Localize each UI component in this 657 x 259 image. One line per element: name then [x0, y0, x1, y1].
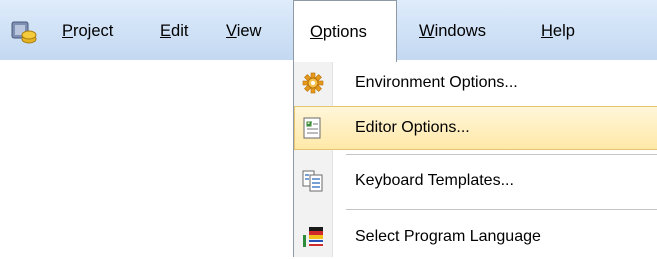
menu-separator: [346, 209, 657, 210]
application-icon[interactable]: [10, 19, 38, 45]
menu-item-environment-options[interactable]: Environment Options...: [294, 61, 657, 105]
menu-item-label: Environment Options...: [355, 74, 518, 91]
menu-windows[interactable]: Windows: [419, 0, 486, 60]
editor-options-icon: [300, 116, 326, 140]
menu-item-label: Select Program Language: [355, 228, 541, 245]
menu-item-editor-options[interactable]: Editor Options...: [294, 106, 657, 150]
menu-view[interactable]: View: [226, 0, 261, 60]
menu-item-label: Keyboard Templates...: [355, 172, 514, 189]
menu-project[interactable]: Project: [62, 0, 113, 60]
menu-edit[interactable]: Edit: [160, 0, 188, 60]
environment-options-icon: [300, 71, 326, 95]
menu-item-label: Editor Options...: [355, 119, 470, 136]
program-language-flags-icon: [300, 225, 326, 249]
keyboard-templates-icon: [300, 169, 326, 193]
menu-item-select-program-language[interactable]: Select Program Language: [294, 215, 657, 259]
menu-item-keyboard-templates[interactable]: Keyboard Templates...: [294, 159, 657, 203]
menu-help[interactable]: Help: [541, 0, 575, 60]
options-dropdown-menu: Environment Options... Editor Options...: [293, 60, 657, 257]
menu-options[interactable]: Options: [293, 0, 397, 62]
menu-bar: Project Edit View Options Windows Help: [0, 0, 657, 62]
menu-separator: [346, 154, 657, 155]
